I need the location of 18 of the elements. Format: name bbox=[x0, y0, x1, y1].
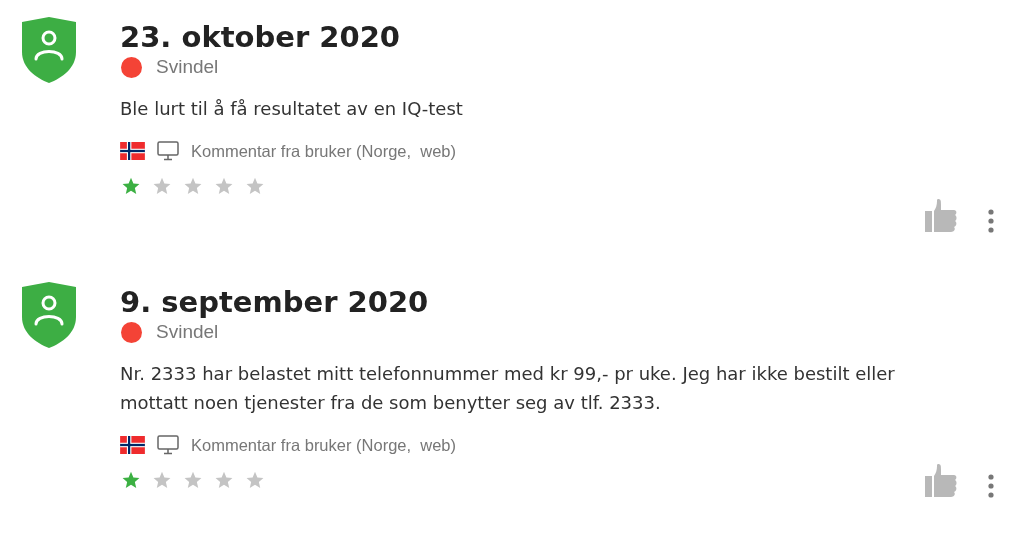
norway-flag-icon bbox=[120, 436, 145, 454]
thumbs-up-icon[interactable] bbox=[924, 197, 958, 233]
comment-text: Ble lurt til å få resultatet av en IQ-test bbox=[120, 97, 464, 121]
shield-user-icon bbox=[20, 281, 78, 349]
norway-flag-icon bbox=[120, 142, 145, 160]
comment-date: 9. september 2020 bbox=[120, 284, 430, 321]
comment-text: Nr. 2333 har belastet mitt telefonnummer med kr 99,- pr uke. Jeg har ikke bestilt eller mottatt noen tjenester fra de som benytter seg av tlf. 2333. bbox=[120, 362, 896, 415]
more-options-icon[interactable] bbox=[988, 474, 994, 498]
shield-user-icon bbox=[20, 16, 78, 84]
more-options-icon[interactable] bbox=[988, 209, 994, 233]
monitor-icon bbox=[157, 435, 179, 455]
thumbs-up-icon[interactable] bbox=[924, 462, 958, 498]
monitor-icon bbox=[157, 141, 179, 161]
comment-source: Kommentar fra bruker (Norge, web) bbox=[191, 435, 456, 455]
category-label: Svindel bbox=[156, 56, 219, 78]
comment-date: 23. oktober 2020 bbox=[120, 19, 401, 56]
comment-source: Kommentar fra bruker (Norge, web) bbox=[191, 141, 456, 161]
category-label: Svindel bbox=[156, 321, 219, 343]
